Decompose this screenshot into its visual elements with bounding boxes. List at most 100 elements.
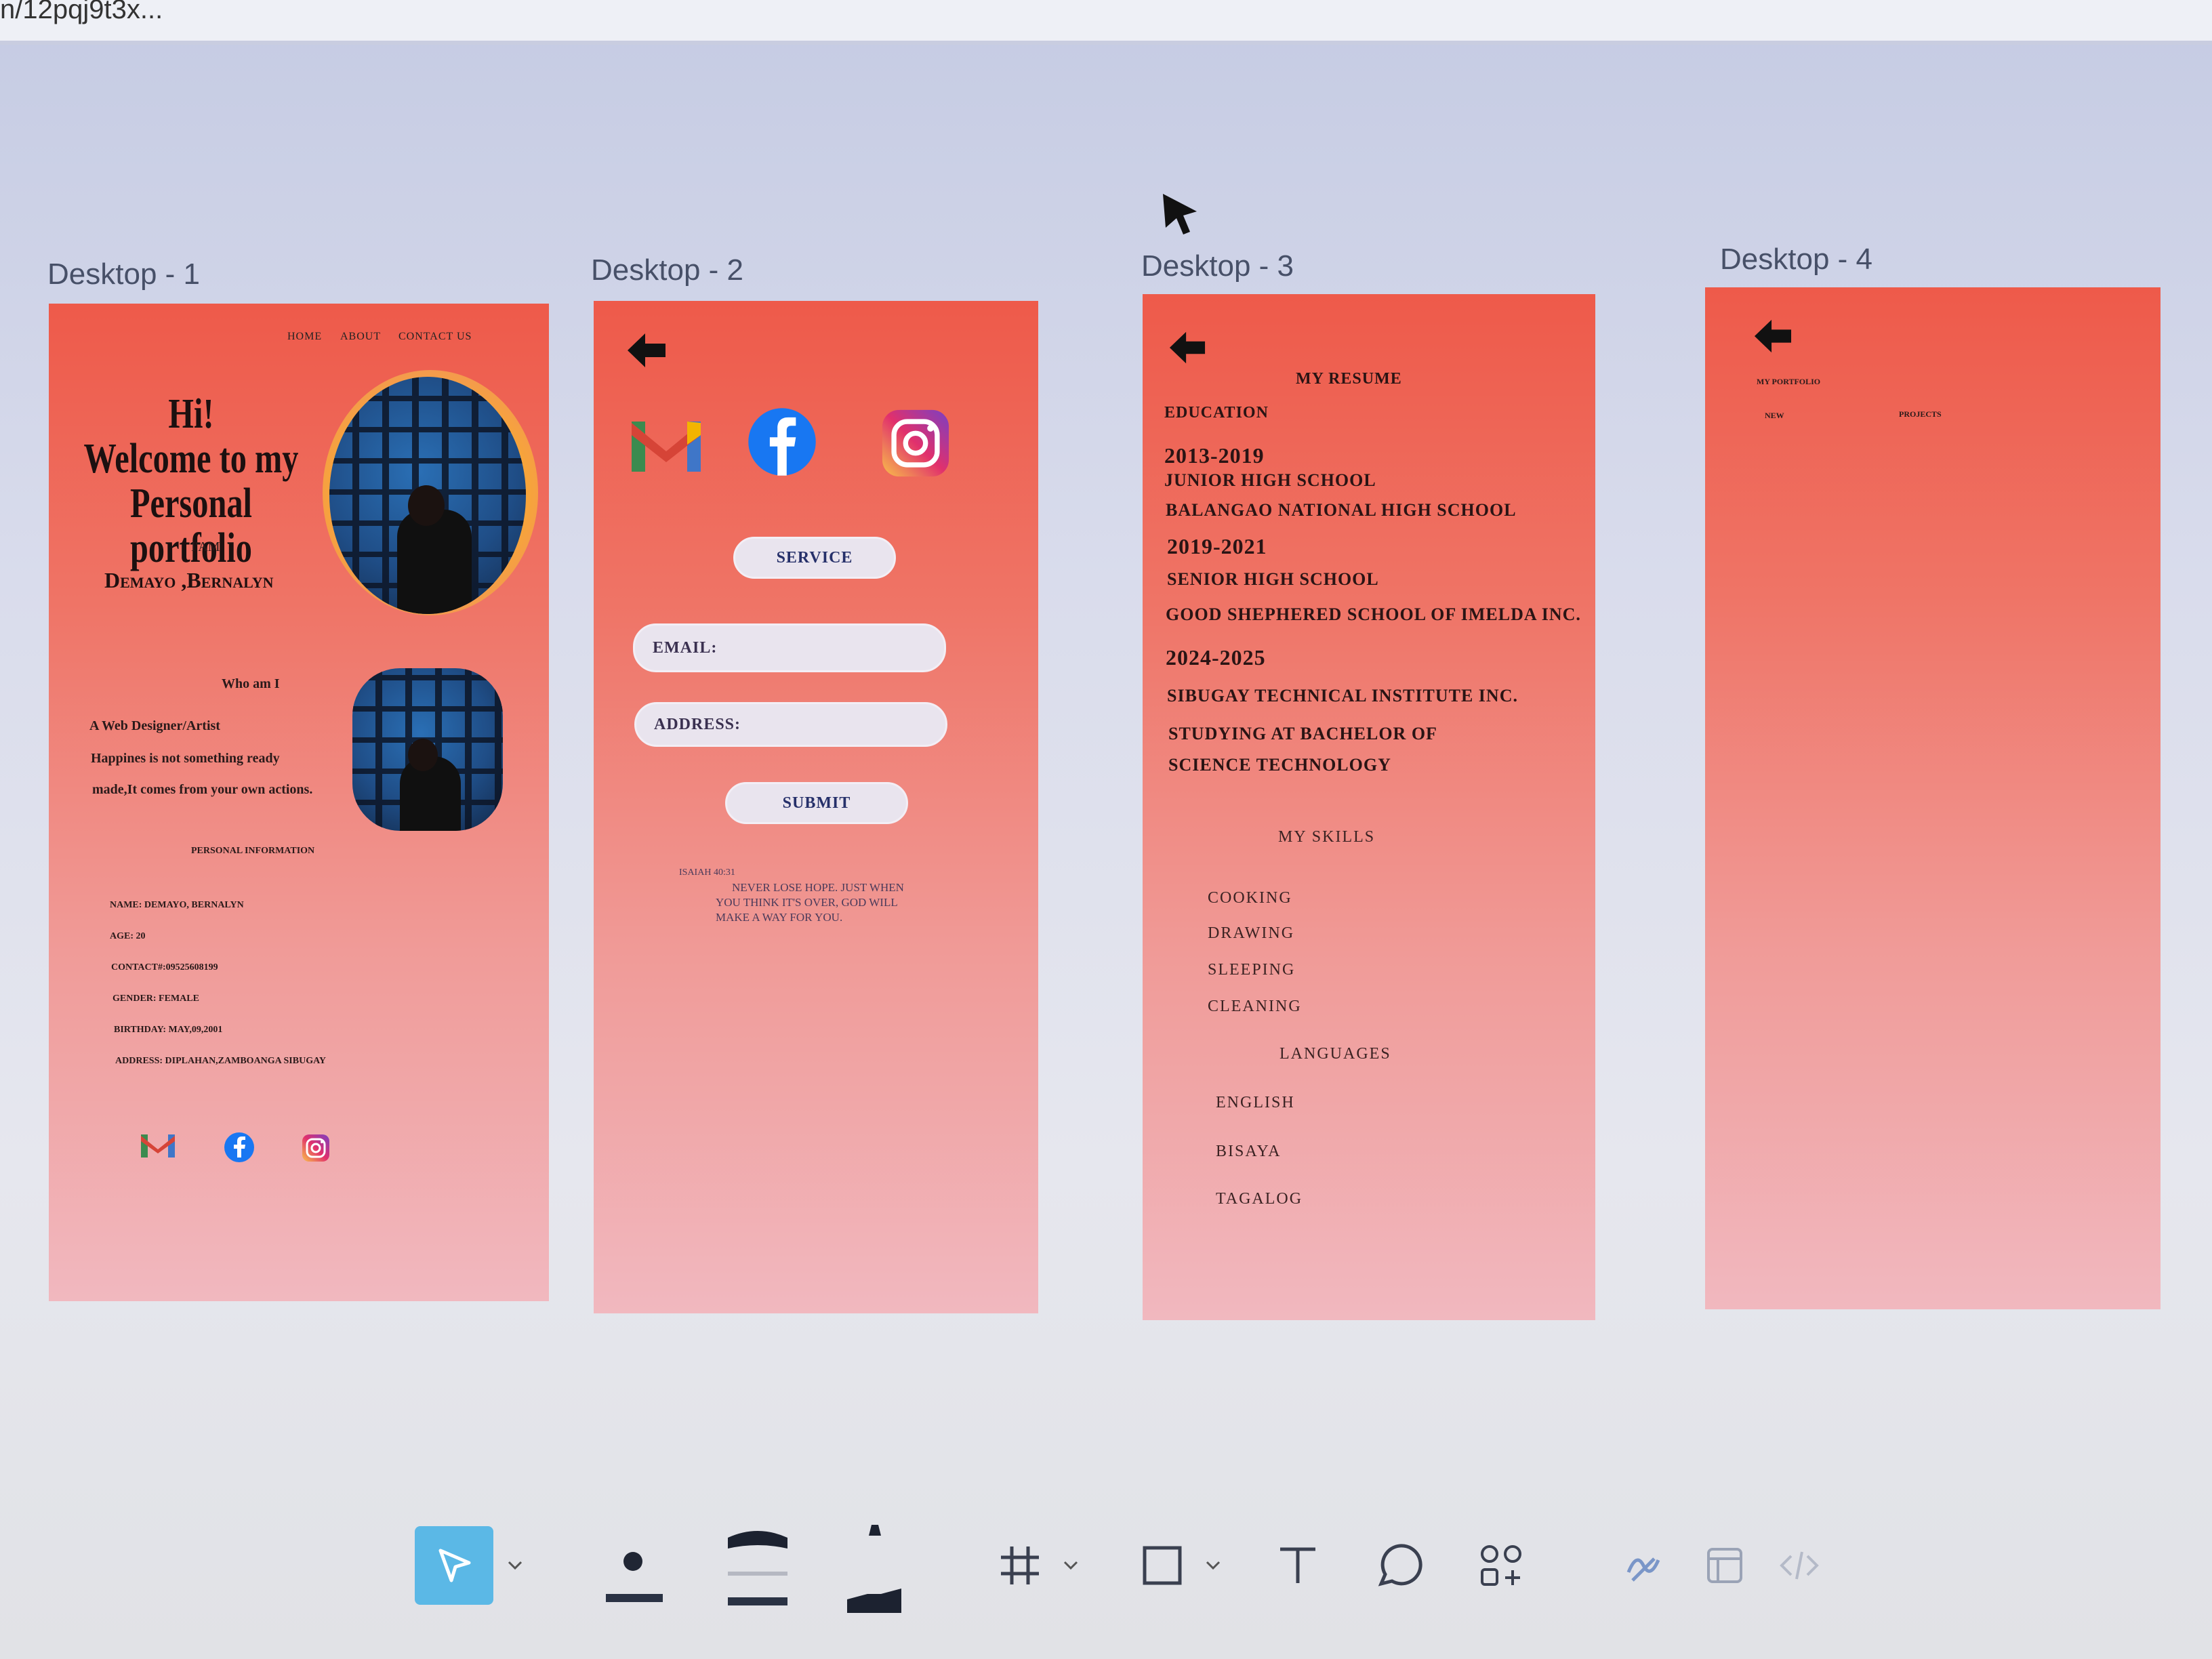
highlighter-tool[interactable] <box>840 1518 908 1613</box>
info-gender: GENDER: FEMALE <box>112 994 199 1004</box>
language-item-english: ENGLISH <box>1216 1094 1295 1111</box>
info-address: ADDRESS: DIPLAHAN,ZAMBOANGA SIBUGAY <box>115 1056 327 1066</box>
highlighter-icon <box>847 1525 901 1613</box>
design-toolbar <box>380 1518 1870 1613</box>
desktop-4-frame[interactable]: MY PORTFOLIO NEW PROJECTS <box>1705 287 2160 1309</box>
quote-author: ISAIAH 40:31 <box>679 867 735 878</box>
pointer-icon <box>438 1549 471 1582</box>
about-photo <box>352 668 503 831</box>
study-line-1: STUDYING AT BACHELOR OF <box>1168 724 1437 743</box>
rectangle-icon <box>1143 1546 1182 1585</box>
quote-line-2: YOU THINK IT'S OVER, GOD WILL <box>716 896 898 909</box>
text-tool[interactable] <box>1267 1518 1328 1613</box>
marker-tool[interactable] <box>724 1518 792 1613</box>
submit-button[interactable]: SUBMIT <box>725 782 908 824</box>
chevron-down-icon <box>508 1561 523 1570</box>
hero-line-1: Hi! <box>168 391 214 437</box>
nav-about-link[interactable]: ABOUT <box>340 331 381 343</box>
move-tool-dropdown[interactable] <box>501 1518 529 1613</box>
skills-title: MY SKILLS <box>1278 828 1376 846</box>
code-icon <box>1780 1551 1819 1580</box>
move-tool[interactable] <box>415 1518 493 1613</box>
instagram-icon-large[interactable] <box>877 407 954 480</box>
year-2024-2025: 2024-2025 <box>1166 645 1266 670</box>
back-arrow-icon[interactable] <box>1751 317 1795 355</box>
hero-photo <box>329 377 526 614</box>
year-2019-2021: 2019-2021 <box>1167 534 1267 558</box>
desktop-3-frame[interactable]: MY RESUME EDUCATION 2013-2019 JUNIOR HIG… <box>1143 294 1595 1320</box>
who-line-2: Happines is not something ready <box>91 751 280 766</box>
school-3: SIBUGAY TECHNICAL INSTITUTE INC. <box>1167 686 1518 705</box>
desktop-1-frame[interactable]: HOME ABOUT CONTACT US Hi! Welcome to my … <box>49 304 549 1301</box>
shape-tool[interactable] <box>1132 1518 1193 1613</box>
cursor-icon <box>1163 194 1197 234</box>
study-line-2: SCIENCE TECHNOLOGY <box>1168 755 1391 775</box>
service-button[interactable]: SERVICE <box>733 537 896 579</box>
tab-projects[interactable]: PROJECTS <box>1899 409 1942 419</box>
info-contact: CONTACT#:09525608199 <box>111 962 218 972</box>
junior-high-label: JUNIOR HIGH SCHOOL <box>1164 470 1376 490</box>
name-label: Demayo ,Bernalyn <box>104 568 274 592</box>
components-tool[interactable] <box>1471 1518 1532 1613</box>
address-field[interactable]: ADDRESS: <box>634 702 947 747</box>
back-arrow-icon[interactable] <box>1167 329 1208 366</box>
skill-item-cooking: COOKING <box>1208 889 1292 907</box>
text-icon <box>1280 1547 1315 1583</box>
pencil-icon <box>606 1552 663 1602</box>
i-am-label: I'AM <box>191 539 220 554</box>
browser-tab-text[interactable]: n/12pqj9t3x... <box>0 0 163 25</box>
email-field[interactable]: EMAIL: <box>633 623 946 672</box>
skill-item-cleaning: CLEANING <box>1208 998 1302 1015</box>
instagram-icon[interactable] <box>301 1133 331 1163</box>
language-item-tagalog: TAGALOG <box>1216 1190 1303 1208</box>
desktop-2-frame[interactable]: SERVICE EMAIL: ADDRESS: SUBMIT ISAIAH 40… <box>594 301 1038 1313</box>
nav-contact-link[interactable]: CONTACT US <box>398 331 472 343</box>
nav-home-link[interactable]: HOME <box>287 331 322 343</box>
chevron-down-icon <box>1206 1561 1221 1570</box>
facebook-icon[interactable] <box>224 1132 255 1163</box>
skill-item-drawing: DRAWING <box>1208 924 1295 942</box>
school-2: GOOD SHEPHERED SCHOOL OF IMELDA INC. <box>1166 605 1581 624</box>
dev-tool[interactable] <box>1694 1518 1755 1613</box>
year-2013-2019: 2013-2019 <box>1164 443 1265 468</box>
draw-tool[interactable] <box>1613 1518 1674 1613</box>
info-name: NAME: DEMAYO, BERNALYN <box>110 900 244 910</box>
marker-icon <box>728 1531 787 1605</box>
senior-high-label: SENIOR HIGH SCHOOL <box>1167 569 1379 589</box>
tab-new[interactable]: NEW <box>1765 411 1784 421</box>
who-line-3: made,It comes from your own actions. <box>92 782 313 797</box>
info-birthday: BIRTHDAY: MAY,09,2001 <box>114 1025 223 1035</box>
gmail-icon-large[interactable] <box>629 415 703 474</box>
frame-label-desktop-1[interactable]: Desktop - 1 <box>47 258 200 291</box>
hero-line-2: Welcome to my <box>83 436 299 482</box>
resume-title: MY RESUME <box>1296 370 1402 388</box>
draw-icon <box>1626 1557 1660 1582</box>
facebook-icon-large[interactable] <box>747 407 817 477</box>
portfolio-title: MY PORTFOLIO <box>1757 377 1821 386</box>
languages-title: LANGUAGES <box>1279 1045 1391 1063</box>
frame-tool[interactable] <box>989 1518 1050 1613</box>
education-heading: EDUCATION <box>1164 404 1269 422</box>
frame-label-desktop-3[interactable]: Desktop - 3 <box>1141 249 1294 283</box>
dev-mode-icon <box>1707 1548 1742 1583</box>
code-tool[interactable] <box>1769 1518 1830 1613</box>
gmail-icon[interactable] <box>140 1132 176 1159</box>
back-arrow-icon[interactable] <box>625 331 668 370</box>
pencil-tool[interactable] <box>603 1518 664 1613</box>
comment-tool[interactable] <box>1369 1518 1430 1613</box>
comment-icon <box>1378 1544 1422 1586</box>
info-age: AGE: 20 <box>110 931 146 941</box>
frame-label-desktop-4[interactable]: Desktop - 4 <box>1720 243 1872 276</box>
frame-label-desktop-2[interactable]: Desktop - 2 <box>591 253 743 287</box>
who-am-i-title: Who am I <box>222 676 280 691</box>
chevron-down-icon <box>1063 1561 1078 1570</box>
shape-tool-dropdown[interactable] <box>1200 1518 1227 1613</box>
language-item-bisaya: BISAYA <box>1216 1143 1282 1160</box>
frame-tool-dropdown[interactable] <box>1057 1518 1084 1613</box>
hash-frame-icon <box>1001 1547 1039 1584</box>
hero-line-3: Personal portfolio <box>130 480 252 571</box>
school-1: BALANGAO NATIONAL HIGH SCHOOL <box>1166 500 1517 520</box>
browser-top-bar: n/12pqj9t3x... <box>0 0 2212 45</box>
skill-item-sleeping: SLEEPING <box>1208 961 1296 979</box>
personal-info-heading: PERSONAL INFORMATION <box>191 846 315 856</box>
